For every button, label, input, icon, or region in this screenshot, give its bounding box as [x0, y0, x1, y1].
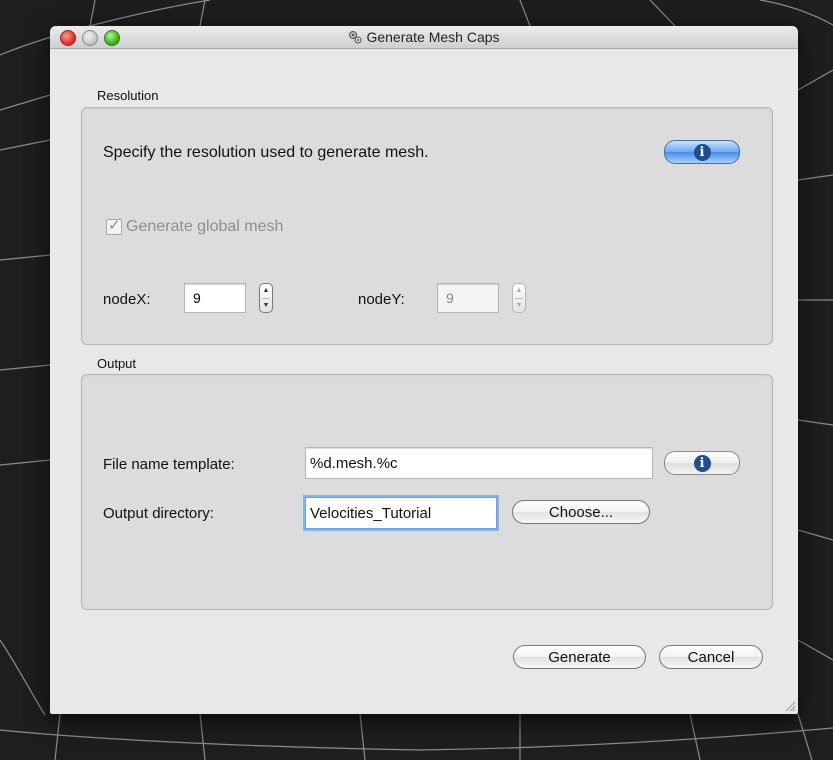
window-title-wrap: Generate Mesh Caps [50, 26, 798, 48]
title-bar[interactable]: Generate Mesh Caps [50, 26, 798, 49]
info-icon: i [693, 454, 711, 472]
gears-icon [349, 31, 362, 44]
output-directory-input[interactable]: Velocities_Tutorial [305, 497, 497, 529]
stepper-down-icon[interactable]: ▼ [513, 302, 525, 309]
info-icon: i [693, 143, 711, 161]
stepper-down-icon[interactable]: ▼ [260, 302, 272, 309]
resolution-info-button[interactable]: i [664, 140, 740, 164]
file-name-template-label: File name template: [103, 456, 235, 473]
file-name-info-button[interactable]: i [664, 451, 740, 475]
cancel-button[interactable]: Cancel [659, 645, 763, 669]
resolution-group-label: Resolution [97, 88, 159, 103]
node-x-stepper[interactable]: ▲ ▼ [259, 283, 273, 313]
output-group-label: Output [97, 356, 137, 371]
node-y-field[interactable]: 9 [437, 283, 499, 313]
checkmark-icon: ✓ [108, 217, 121, 234]
generate-button[interactable]: Generate [513, 645, 646, 669]
output-panel [81, 374, 773, 610]
node-y-label: nodeY: [358, 291, 405, 308]
file-name-template-input[interactable]: %d.mesh.%c [305, 447, 653, 479]
resize-grip-icon[interactable] [784, 700, 796, 712]
stepper-up-icon[interactable]: ▲ [260, 287, 272, 294]
stepper-up-icon[interactable]: ▲ [513, 287, 525, 294]
resolution-description: Specify the resolution used to generate … [103, 144, 429, 161]
choose-button[interactable]: Choose... [512, 500, 650, 524]
stepper-divider [515, 298, 523, 299]
node-x-field[interactable]: 9 [184, 283, 246, 313]
node-y-stepper[interactable]: ▲ ▼ [512, 283, 526, 313]
window-title: Generate Mesh Caps [366, 29, 500, 45]
stepper-divider [262, 298, 270, 299]
generate-mesh-caps-dialog: Generate Mesh Caps Resolution Specify th… [50, 26, 798, 714]
generate-global-mesh-row[interactable]: ✓ Generate global mesh [106, 217, 284, 236]
generate-global-mesh-checkbox[interactable]: ✓ [106, 217, 122, 235]
node-x-label: nodeX: [103, 291, 151, 308]
output-directory-label: Output directory: [103, 505, 214, 522]
generate-global-mesh-label: Generate global mesh [126, 218, 284, 235]
